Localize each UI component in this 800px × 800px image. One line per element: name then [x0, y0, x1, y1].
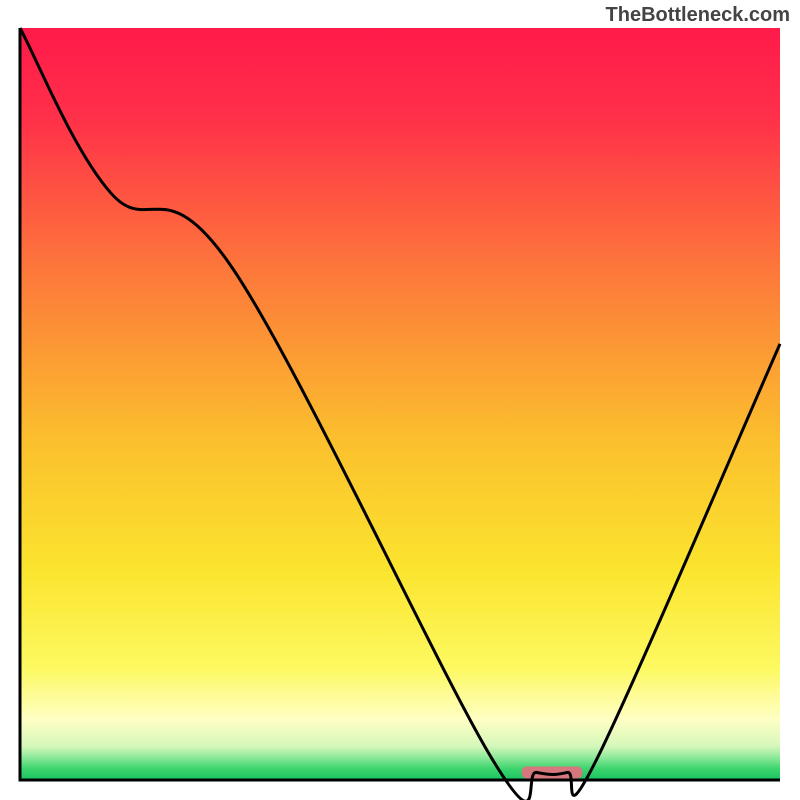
chart-container: TheBottleneck.com	[0, 0, 800, 800]
watermark-label: TheBottleneck.com	[606, 4, 790, 27]
optimal-region-marker	[522, 766, 583, 778]
plot-background	[20, 28, 780, 780]
bottleneck-chart	[0, 0, 800, 800]
